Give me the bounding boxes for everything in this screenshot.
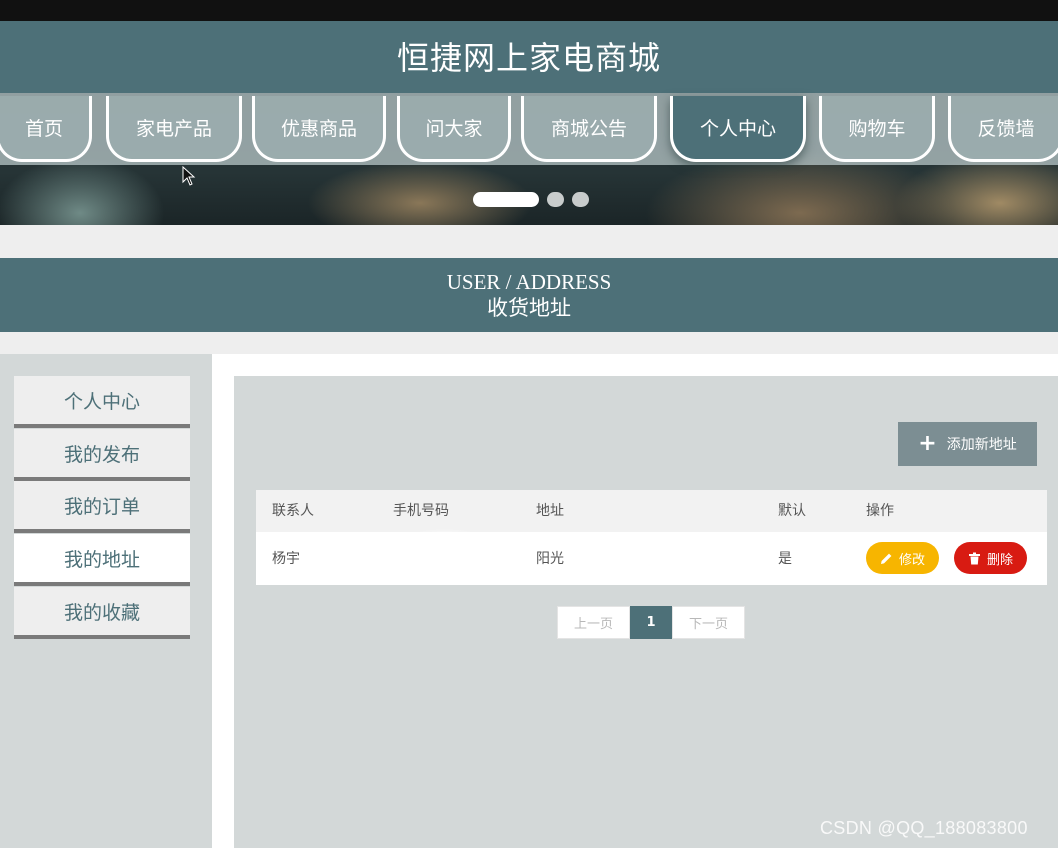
edit-label: 修改 — [898, 552, 925, 568]
user-sidebar: 个人中心 我的发布 我的订单 我的地址 我的收藏 — [0, 354, 212, 848]
cell-default: 是 — [778, 551, 792, 567]
cell-address: 阳光 — [536, 551, 564, 567]
nav-item-label: 家电产品 — [135, 118, 212, 140]
sidebar-item-label: 我的地址 — [63, 548, 140, 571]
nav-item-discount[interactable]: 优惠商品 — [252, 96, 386, 162]
nav-item-label: 商城公告 — [550, 118, 627, 140]
add-address-button[interactable]: + 添加新地址 — [898, 422, 1037, 466]
sidebar-item-my-address[interactable]: 我的地址 — [14, 534, 190, 586]
add-address-label: 添加新地址 — [946, 437, 1017, 453]
nav-item-label: 个人中心 — [699, 118, 776, 140]
carousel-dot[interactable] — [572, 191, 589, 207]
site-title: 恒捷网上家电商城 — [396, 38, 661, 77]
column-header-address: 地址 — [536, 503, 564, 519]
section-title-cn: 收货地址 — [487, 296, 571, 320]
nav-item-label: 首页 — [24, 118, 63, 140]
carousel-dot[interactable] — [547, 191, 564, 207]
column-header-actions: 操作 — [866, 503, 894, 519]
column-header-contact: 联系人 — [272, 503, 314, 519]
mouse-cursor-icon — [182, 166, 196, 186]
nav-item-label: 购物车 — [848, 118, 906, 140]
column-header-default: 默认 — [778, 503, 806, 519]
edit-address-button[interactable]: 修改 — [866, 542, 939, 574]
delete-label: 删除 — [986, 552, 1013, 568]
nav-item-label: 优惠商品 — [280, 118, 357, 140]
nav-item-personal[interactable]: 个人中心 — [670, 96, 806, 162]
nav-item-cart[interactable]: 购物车 — [819, 96, 935, 162]
site-header: 恒捷网上家电商城 — [0, 21, 1058, 96]
sidebar-item-label: 我的订单 — [63, 495, 140, 518]
column-header-phone: 手机号码 — [393, 503, 449, 519]
nav-item-notice[interactable]: 商城公告 — [521, 96, 657, 162]
current-page-button[interactable]: 1 — [630, 606, 672, 639]
trash-icon — [968, 552, 980, 564]
pagination: 上一页 1 下一页 — [557, 606, 745, 639]
sidebar-item-label: 我的发布 — [63, 443, 140, 466]
sidebar-item-label: 个人中心 — [63, 390, 140, 413]
nav-item-feedback[interactable]: 反馈墙 — [948, 96, 1058, 162]
sidebar-item-my-favorites[interactable]: 我的收藏 — [14, 587, 190, 639]
carousel-indicators — [473, 191, 589, 207]
carousel-dot[interactable] — [473, 191, 539, 207]
nav-item-label: 反馈墙 — [977, 118, 1035, 140]
prev-page-button[interactable]: 上一页 — [557, 606, 630, 639]
main-nav: 首页 家电产品 优惠商品 问大家 商城公告 个人中心 购物车 反馈墙 — [0, 96, 1058, 164]
nav-item-home[interactable]: 首页 — [0, 96, 92, 162]
watermark-text: CSDN @QQ_188083800 — [820, 818, 1028, 838]
redacted-phone-smudge — [390, 520, 500, 572]
delete-address-button[interactable]: 删除 — [954, 542, 1027, 574]
section-title-en: USER / ADDRESS — [446, 270, 612, 294]
pencil-icon — [880, 553, 892, 564]
cell-contact: 杨宇 — [272, 551, 300, 567]
browser-top-strip — [0, 0, 1058, 21]
nav-item-products[interactable]: 家电产品 — [106, 96, 242, 162]
sidebar-item-personal-center[interactable]: 个人中心 — [14, 376, 190, 428]
nav-item-label: 问大家 — [425, 118, 483, 140]
sidebar-item-my-orders[interactable]: 我的订单 — [14, 481, 190, 533]
plus-icon: + — [918, 431, 937, 456]
next-page-button[interactable]: 下一页 — [672, 606, 745, 639]
section-title-band: USER / ADDRESS 收货地址 — [0, 258, 1058, 332]
nav-item-ask[interactable]: 问大家 — [397, 96, 511, 162]
sidebar-item-label: 我的收藏 — [63, 601, 140, 624]
table-header: 联系人 手机号码 地址 默认 操作 — [256, 490, 1047, 532]
sidebar-item-my-posts[interactable]: 我的发布 — [14, 429, 190, 481]
